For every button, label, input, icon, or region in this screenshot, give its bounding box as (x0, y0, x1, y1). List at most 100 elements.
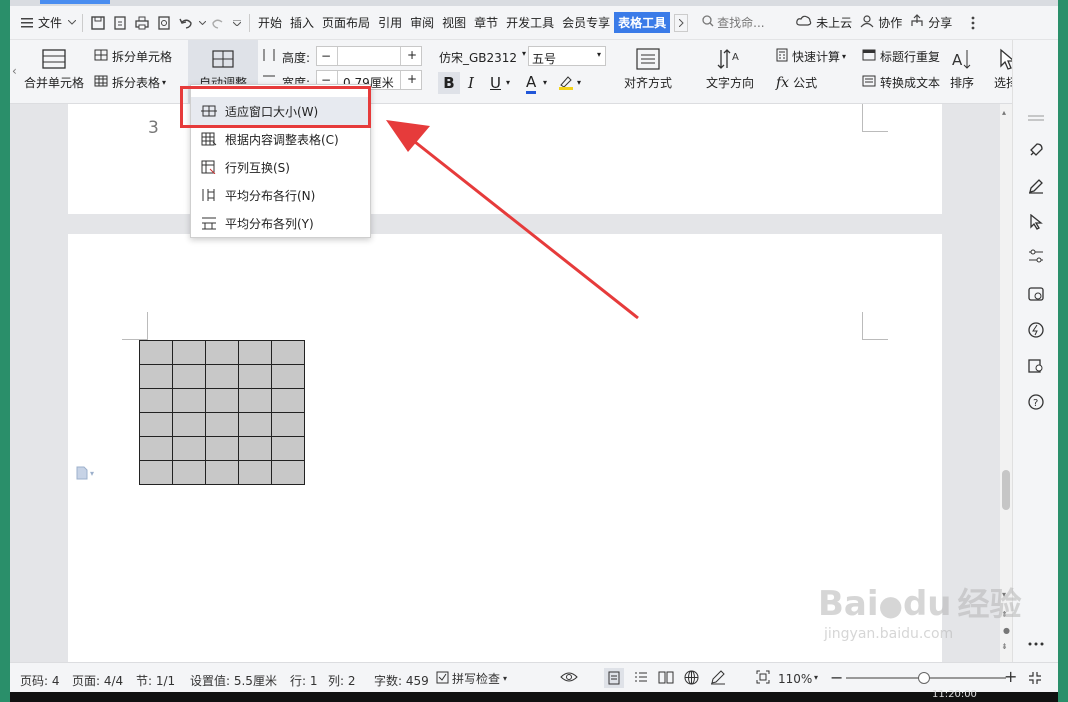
convert-to-text-button[interactable]: 转换成文本 (862, 74, 940, 91)
table-cell[interactable] (238, 388, 272, 413)
rocket-icon[interactable] (1026, 140, 1046, 160)
tab-chapter[interactable]: 章节 (470, 14, 502, 31)
table-cell[interactable] (271, 340, 305, 365)
chevron-down-icon[interactable] (197, 12, 207, 34)
file-menu[interactable]: 文件 (34, 14, 66, 31)
active-window-tab[interactable] (40, 0, 110, 4)
table-cell[interactable] (139, 412, 173, 437)
table-cell[interactable] (205, 364, 239, 389)
outline-view-icon[interactable] (634, 671, 648, 686)
page-view-icon[interactable] (604, 668, 624, 688)
book-search-icon[interactable] (1026, 356, 1046, 376)
tab-insert[interactable]: 插入 (286, 14, 318, 31)
font-color-button[interactable]: A (526, 73, 537, 94)
align-button[interactable]: 对齐方式 (624, 44, 672, 91)
sidebar-collapse-icon[interactable] (1026, 108, 1046, 128)
table-cell[interactable] (139, 364, 173, 389)
zoom-slider-handle[interactable] (918, 672, 930, 684)
table-cell[interactable] (172, 388, 206, 413)
zoom-level[interactable]: 110% (778, 672, 812, 686)
collab-button[interactable]: 协作 (860, 14, 906, 31)
table-row[interactable] (139, 412, 305, 437)
help-icon[interactable]: ? (1026, 392, 1046, 412)
title-row-repeat-button[interactable]: 标题行重复 (862, 48, 940, 65)
table-cell[interactable] (238, 364, 272, 389)
export-pdf-icon[interactable] (109, 12, 131, 34)
next-page-icon[interactable]: ⇟ (1001, 642, 1008, 651)
table-cell[interactable] (271, 412, 305, 437)
lightning-icon[interactable] (1026, 320, 1046, 340)
status-page-code[interactable]: 页码: 4 (20, 672, 60, 689)
table-cell[interactable] (205, 412, 239, 437)
customize-toolbar-icon[interactable] (229, 12, 245, 34)
table-cell[interactable] (271, 388, 305, 413)
web-view-icon[interactable] (684, 670, 699, 688)
page[interactable]: ▾ (68, 234, 942, 662)
font-size-select[interactable]: 五号 ▾ (528, 46, 606, 66)
more-icon[interactable] (1026, 634, 1046, 654)
table-cell[interactable] (172, 340, 206, 365)
cloud-status[interactable]: 未上云 (796, 14, 856, 31)
vertical-scrollbar[interactable]: ▴ ▾ ⇞ ● ⇟ (1000, 104, 1012, 662)
spell-check-button[interactable]: 拼写检查 ▾ (436, 670, 507, 687)
image-tool-icon[interactable] (1026, 284, 1046, 304)
chevron-down-icon[interactable] (66, 12, 78, 34)
table-cell[interactable] (139, 436, 173, 461)
table-cell[interactable] (172, 436, 206, 461)
status-word-count[interactable]: 字数: 459 (374, 672, 429, 689)
table-cell[interactable] (205, 388, 239, 413)
menu-item-swap-rows-cols[interactable]: 行列互换(S) (191, 153, 370, 181)
table-row[interactable] (139, 364, 305, 389)
table-cell[interactable] (271, 436, 305, 461)
tab-table-tools[interactable]: 表格工具 (614, 12, 671, 33)
read-view-icon[interactable] (658, 670, 674, 687)
document-map-icon[interactable]: ▾ (76, 466, 94, 480)
table-cell[interactable] (238, 340, 272, 365)
menu-item-distribute-rows[interactable]: 平均分布各行(N) (191, 181, 370, 209)
bold-button[interactable]: B (438, 72, 460, 94)
undo-icon[interactable] (175, 12, 197, 34)
table-cell[interactable] (271, 460, 305, 485)
table-cell[interactable] (139, 460, 173, 485)
tab-view[interactable]: 视图 (438, 14, 470, 31)
zoom-out-icon[interactable]: − (830, 668, 843, 687)
table-row[interactable] (139, 388, 305, 413)
tab-page-layout[interactable]: 页面布局 (318, 14, 374, 31)
table-cell[interactable] (238, 460, 272, 485)
zoom-in-icon[interactable]: + (1004, 667, 1017, 686)
split-table-button[interactable]: 拆分表格 ▾ (94, 74, 166, 91)
status-page[interactable]: 页面: 4/4 (72, 672, 123, 689)
table-cell[interactable] (205, 340, 239, 365)
table-row[interactable] (139, 340, 305, 365)
redo-icon[interactable] (207, 12, 229, 34)
decrement-icon[interactable]: − (321, 49, 331, 63)
status-section[interactable]: 节: 1/1 (136, 672, 175, 689)
ribbon-scroll-left-icon[interactable]: ‹ (12, 64, 17, 78)
share-button[interactable]: 分享 (910, 14, 956, 31)
underline-button[interactable]: U (490, 74, 501, 92)
status-setting[interactable]: 设置值: 5.5厘米 (190, 672, 277, 689)
eye-icon[interactable] (560, 670, 578, 687)
document-area[interactable]: 3 ▾ (10, 104, 1000, 662)
table-cell[interactable] (172, 412, 206, 437)
table-cell[interactable] (238, 412, 272, 437)
table-cell[interactable] (139, 388, 173, 413)
table-cell[interactable] (205, 460, 239, 485)
italic-button[interactable]: I (468, 74, 474, 92)
table-cell[interactable] (238, 436, 272, 461)
write-mode-icon[interactable] (710, 670, 726, 688)
table-cell[interactable] (139, 340, 173, 365)
tab-references[interactable]: 引用 (374, 14, 406, 31)
menu-item-distribute-cols[interactable]: 平均分布各列(Y) (191, 209, 370, 237)
table-cell[interactable] (172, 364, 206, 389)
scroll-thumb[interactable] (1002, 470, 1010, 510)
table-cell[interactable] (205, 436, 239, 461)
status-row[interactable]: 行: 1 (290, 672, 318, 689)
highlight-icon[interactable] (558, 74, 574, 93)
document-table[interactable] (139, 340, 305, 485)
save-icon[interactable] (87, 12, 109, 34)
chevron-down-icon[interactable]: ▾ (577, 78, 581, 87)
quick-calc-button[interactable]: 快速计算 ▾ (776, 48, 846, 65)
sort-button[interactable]: A 排序 (950, 44, 974, 91)
hamburger-icon[interactable] (20, 12, 34, 34)
